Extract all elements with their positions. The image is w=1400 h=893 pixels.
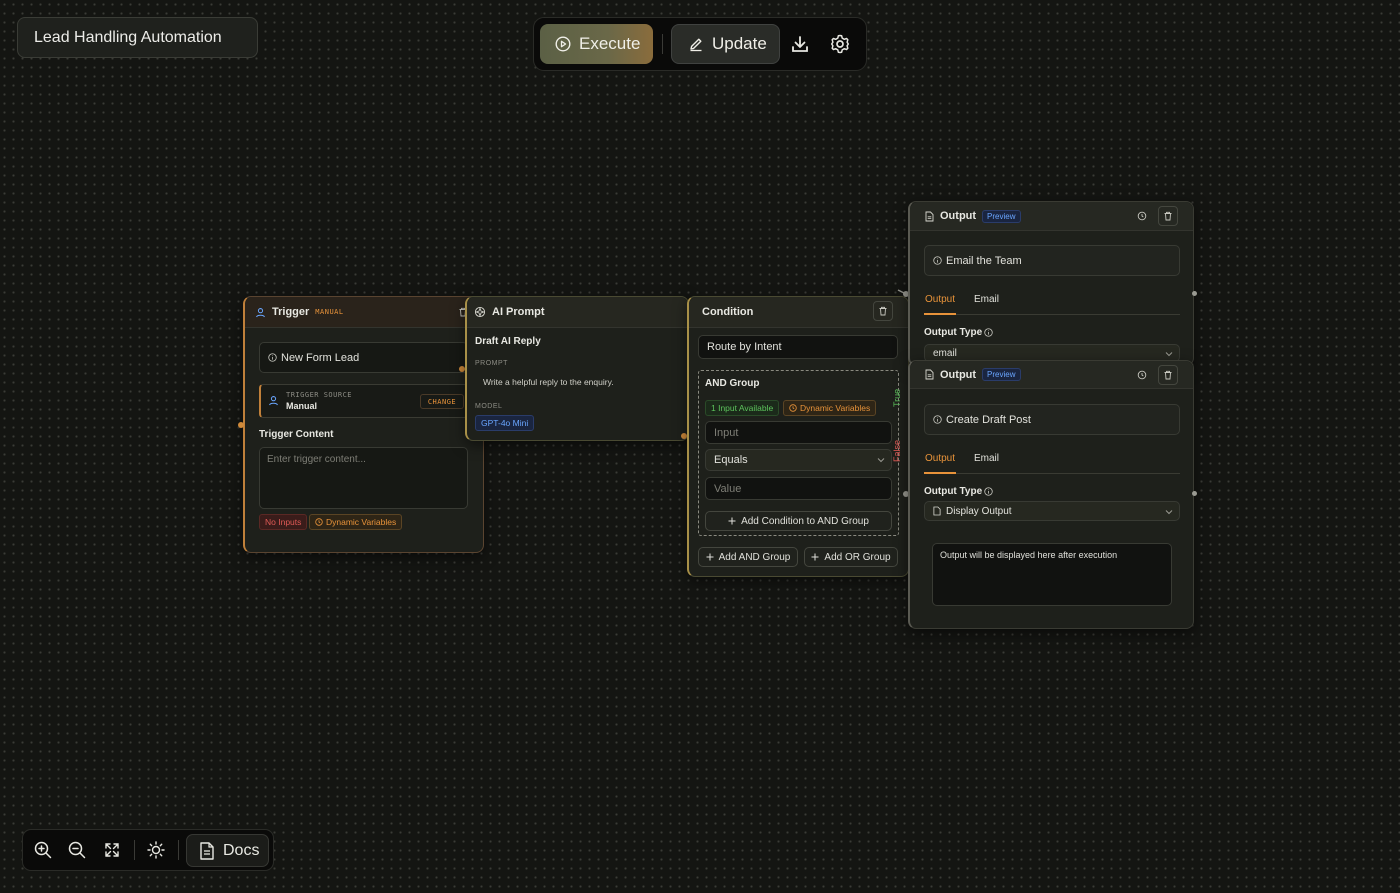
info-icon <box>933 415 942 424</box>
zoom-out-icon[interactable] <box>63 836 91 864</box>
trigger-content-input[interactable]: Enter trigger content... <box>259 447 468 509</box>
trigger-source-label: TRIGGER SOURCE <box>286 391 353 399</box>
output-name-field[interactable]: Email the Team <box>924 245 1180 276</box>
chevron-down-icon <box>1165 351 1173 357</box>
info-icon <box>984 328 993 337</box>
info-icon <box>933 256 942 265</box>
output-type-label: Output Type <box>924 486 983 497</box>
dynamic-variables-badge[interactable]: Dynamic Variables <box>309 514 403 530</box>
trigger-mode-badge: MANUAL <box>315 308 344 316</box>
add-and-group-button[interactable]: Add AND Group <box>698 547 798 567</box>
sun-icon[interactable] <box>142 836 170 864</box>
trigger-input-handle[interactable] <box>238 422 244 428</box>
clock-icon <box>789 404 797 412</box>
info-icon <box>268 353 277 362</box>
prompt-text[interactable]: Write a helpful reply to the enquiry. <box>483 377 614 387</box>
docs-button[interactable]: Docs <box>186 834 269 867</box>
trigger-name-field[interactable]: New Form Lead <box>259 342 468 373</box>
trigger-source-value: Manual <box>286 401 318 411</box>
file-icon <box>925 211 934 222</box>
condition-input-field[interactable]: Input <box>705 421 892 444</box>
fit-view-icon[interactable] <box>98 836 126 864</box>
ai-sparkle-icon <box>474 306 486 318</box>
toolbar-divider <box>662 34 663 54</box>
zoom-in-icon[interactable] <box>29 836 57 864</box>
output-email-handle[interactable] <box>1192 291 1197 296</box>
ai-node-title: AI Prompt <box>492 306 545 318</box>
update-label: Update <box>712 34 767 53</box>
trigger-node-title: Trigger <box>272 306 310 318</box>
execute-label: Execute <box>579 34 641 53</box>
true-branch-label: True <box>892 388 902 407</box>
output-name-field[interactable]: Create Draft Post <box>924 404 1180 435</box>
add-condition-button[interactable]: Add Condition to AND Group <box>705 511 892 531</box>
condition-node[interactable]: Condition Route by Intent AND Group 1 In… <box>687 296 909 577</box>
preview-badge: Preview <box>982 209 1021 223</box>
dynamic-variables-badge[interactable]: Dynamic Variables <box>783 400 877 416</box>
ai-prompt-node[interactable]: AI Prompt Draft AI Reply PROMPT Write a … <box>465 296 689 441</box>
tab-email[interactable]: Email <box>974 453 999 464</box>
tab-output[interactable]: Output <box>924 453 957 474</box>
gear-icon[interactable] <box>828 32 852 56</box>
update-button[interactable]: Update <box>671 24 780 64</box>
pencil-icon <box>688 36 704 52</box>
download-icon[interactable] <box>788 32 812 56</box>
prompt-label: PROMPT <box>475 360 508 367</box>
info-icon <box>984 487 993 496</box>
trigger-content-label: Trigger Content <box>259 429 334 440</box>
output-node-display[interactable]: Output Preview Create Draft Post Output … <box>908 360 1194 629</box>
document-icon <box>199 841 215 860</box>
condition-value-field[interactable]: Value <box>705 477 892 500</box>
no-inputs-badge: No Inputs <box>259 514 308 530</box>
trigger-node[interactable]: Trigger MANUAL New Form Lead TRIGGER SOU… <box>243 296 484 553</box>
chevron-down-icon <box>877 457 885 463</box>
output-result-area[interactable]: Output will be displayed here after exec… <box>932 543 1172 606</box>
condition-delete-button[interactable] <box>873 301 893 321</box>
trigger-name: New Form Lead <box>281 351 360 364</box>
history-icon[interactable] <box>1137 211 1147 221</box>
and-group-box: AND Group 1 Input Available Dynamic Vari… <box>698 370 899 536</box>
chevron-down-icon <box>1165 509 1173 515</box>
clock-icon <box>315 518 323 526</box>
output-node-title: Output <box>940 368 977 381</box>
bottom-divider <box>178 840 179 860</box>
tab-output[interactable]: Output <box>924 294 957 315</box>
model-label: MODEL <box>475 403 503 410</box>
and-group-title: AND Group <box>705 378 760 389</box>
user-icon <box>268 395 279 406</box>
output-display-handle[interactable] <box>1192 491 1197 496</box>
operator-select[interactable]: Equals <box>705 449 892 471</box>
output-tabs: Output Email <box>924 294 1180 315</box>
output-node-title: Output <box>940 210 977 222</box>
model-badge[interactable]: GPT-4o Mini <box>475 415 535 431</box>
change-source-button[interactable]: CHANGE <box>420 394 464 409</box>
user-icon <box>255 307 266 318</box>
execute-button[interactable]: Execute <box>540 24 653 64</box>
false-branch-label: False <box>892 439 902 462</box>
output-type-label: Output Type <box>924 327 983 338</box>
inputs-available-badge: 1 Input Available <box>705 400 780 416</box>
plus-icon <box>728 517 736 525</box>
output-delete-button[interactable] <box>1158 206 1178 226</box>
plus-icon <box>706 553 714 561</box>
history-icon[interactable] <box>1137 370 1147 380</box>
output-node-email[interactable]: Output Preview Email the Team Output Ema… <box>908 201 1194 366</box>
ai-node-name[interactable]: Draft AI Reply <box>475 336 541 347</box>
output-delete-button[interactable] <box>1158 365 1178 385</box>
docs-label: Docs <box>223 841 260 859</box>
condition-node-title: Condition <box>702 306 754 318</box>
file-icon <box>925 369 934 380</box>
tab-email[interactable]: Email <box>974 294 999 305</box>
output-type-select[interactable]: Display Output <box>924 501 1180 521</box>
output-tabs: Output Email <box>924 453 1180 474</box>
plus-icon <box>811 553 819 561</box>
add-or-group-button[interactable]: Add OR Group <box>804 547 898 567</box>
play-circle-icon <box>555 36 571 52</box>
workflow-title[interactable]: Lead Handling Automation <box>17 17 258 58</box>
file-icon <box>933 506 941 516</box>
bottom-divider <box>134 840 135 860</box>
condition-name-field[interactable]: Route by Intent <box>698 335 898 359</box>
trigger-source-panel: TRIGGER SOURCE Manual CHANGE <box>259 384 468 418</box>
preview-badge: Preview <box>982 368 1021 381</box>
